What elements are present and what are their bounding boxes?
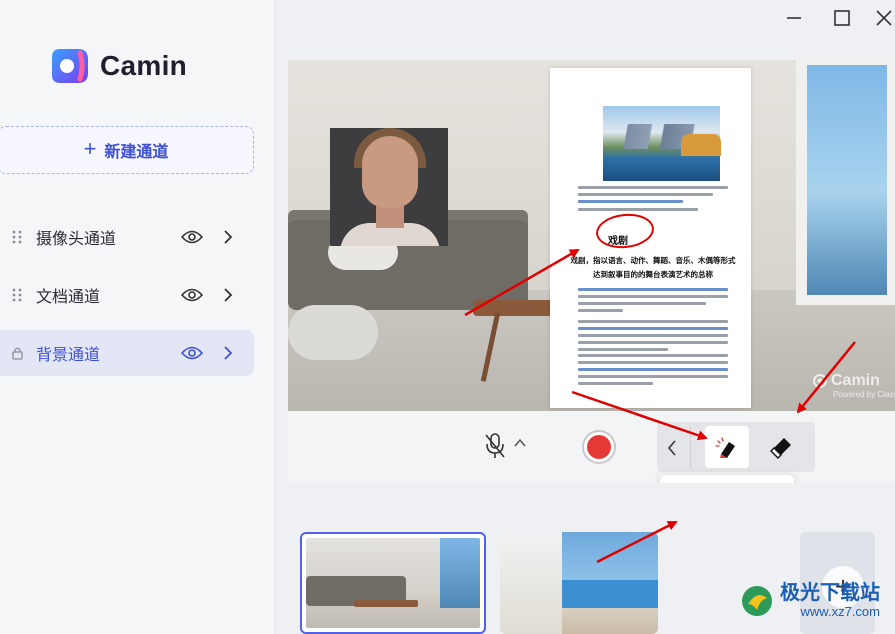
record-dot-icon <box>587 435 611 459</box>
microphone-icon[interactable] <box>484 433 506 459</box>
eraser-icon[interactable] <box>770 433 796 459</box>
thumbnail-image <box>306 538 480 628</box>
sidebar-item-label: 文档通道 <box>36 289 101 306</box>
camera-feed[interactable] <box>330 128 448 246</box>
document-photo-trees <box>681 134 721 156</box>
new-channel-label: 新建通道 <box>104 144 169 161</box>
site-watermark: 极光下载站 www.xz7.com <box>740 582 880 619</box>
live-preview: 戏剧 戏剧，指以语言、动作、舞蹈、音乐、木偶等形式达到叙事目的的舞台表演艺术的总… <box>288 60 895 411</box>
document-text-block <box>578 288 728 316</box>
app-name: Camin <box>100 50 188 81</box>
background-thumbnail-living-room[interactable] <box>300 532 486 634</box>
background-thumbnail-seaside[interactable] <box>500 532 658 634</box>
watermark-text: Camin <box>831 372 880 389</box>
background-window-view <box>807 65 887 295</box>
camin-watermark-icon <box>813 374 827 388</box>
eye-icon[interactable] <box>181 230 203 244</box>
document-page[interactable]: 戏剧 戏剧，指以语言、动作、舞蹈、音乐、木偶等形式达到叙事目的的舞台表演艺术的总… <box>550 68 751 408</box>
watermark-subtext: Powered by Classin <box>833 390 895 399</box>
eye-icon[interactable] <box>181 288 203 302</box>
site-watermark-logo-icon <box>742 585 772 616</box>
close-icon[interactable] <box>872 6 895 30</box>
document-text-block <box>578 208 728 215</box>
chevron-right-icon[interactable] <box>223 230 233 244</box>
sidebar-item-background[interactable]: 背景通道 <box>0 330 254 376</box>
toolbar-divider <box>690 426 691 468</box>
sidebar-item-label: 摄像头通道 <box>36 231 117 248</box>
document-text-block <box>578 320 728 355</box>
camin-watermark: Camin Powered by Classin <box>813 372 895 399</box>
maximize-icon[interactable] <box>830 6 854 30</box>
document-text-block <box>578 354 728 389</box>
chevron-left-icon[interactable] <box>667 440 677 456</box>
drag-handle-icon[interactable] <box>12 288 22 302</box>
sidebar-item-label: 背景通道 <box>36 347 101 364</box>
document-title: 戏剧 <box>608 236 628 247</box>
chevron-right-icon[interactable] <box>223 346 233 360</box>
site-watermark-url: www.xz7.com <box>800 604 880 619</box>
drag-handle-icon[interactable] <box>12 230 22 244</box>
app-logo: Camin <box>50 47 187 85</box>
record-button[interactable] <box>582 430 616 464</box>
document-photo <box>603 106 721 181</box>
document-text-block <box>578 186 728 207</box>
eye-icon[interactable] <box>181 346 203 360</box>
person-face <box>362 136 418 208</box>
site-watermark-title: 极光下载站 <box>780 582 880 604</box>
pen-tool-button[interactable] <box>705 426 749 468</box>
lock-icon <box>12 347 23 360</box>
chevron-right-icon[interactable] <box>223 288 233 302</box>
camin-logo-icon <box>52 49 88 83</box>
pouf <box>288 305 378 360</box>
chevron-up-icon[interactable] <box>514 438 526 448</box>
minimize-icon[interactable] <box>782 6 806 30</box>
sidebar-item-document[interactable]: 文档通道 <box>0 272 254 318</box>
sidebar-item-camera[interactable]: 摄像头通道 <box>0 214 254 260</box>
pen-icon <box>715 437 735 458</box>
plus-icon: + <box>83 136 97 161</box>
new-channel-button[interactable]: + 新建通道 <box>0 126 254 174</box>
document-heading: 戏剧，指以语言、动作、舞蹈、音乐、木偶等形式达到叙事目的的舞台表演艺术的总称 <box>570 256 736 279</box>
sidebar: Camin + 新建通道 摄像头通道 文档通道 背景通道 <box>0 0 275 634</box>
